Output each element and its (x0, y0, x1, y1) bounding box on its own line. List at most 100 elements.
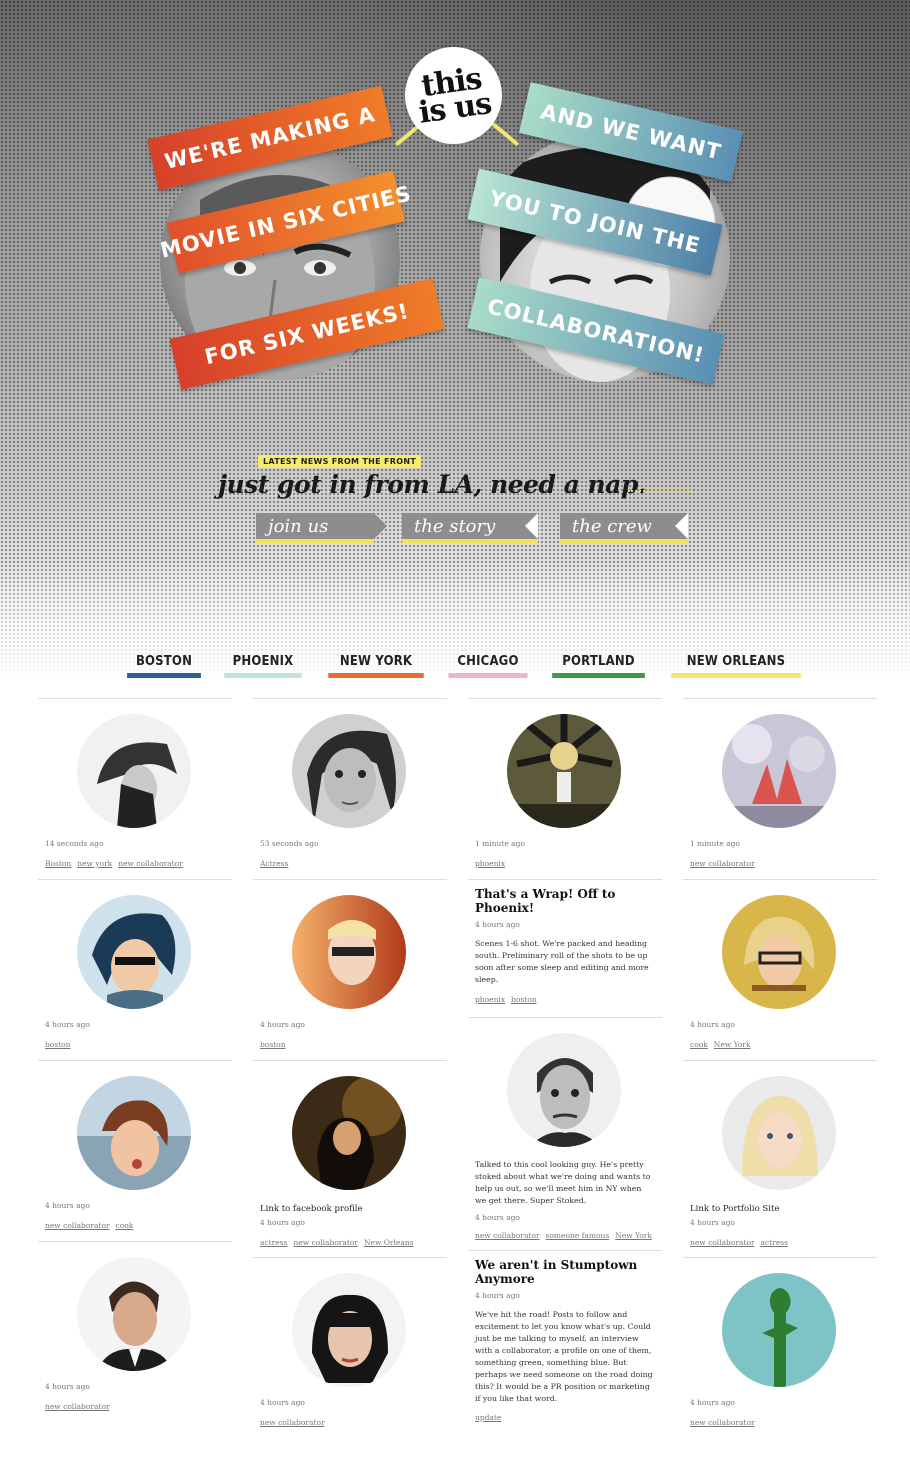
tag-list: new collaborator someone famous New York (475, 1231, 658, 1240)
timestamp: 4 hours ago (475, 920, 520, 929)
timestamp: 1 minute ago (475, 839, 525, 848)
avatar[interactable] (722, 895, 836, 1009)
tag-link[interactable]: boston (45, 1040, 71, 1049)
avatar[interactable] (77, 714, 191, 828)
avatar[interactable] (292, 714, 406, 828)
feed-card[interactable]: 4 hours ago new collaborator cook (38, 1060, 232, 1241)
city-bar (328, 673, 424, 678)
city-tab-boston[interactable]: BOSTON (127, 654, 201, 678)
tag-link[interactable]: new collaborator (293, 1238, 358, 1247)
avatar[interactable] (722, 1076, 836, 1190)
feed-card[interactable]: 4 hours ago boston (38, 879, 232, 1060)
tag-link[interactable]: boston (511, 995, 537, 1004)
feed-card[interactable]: 4 hours ago cook New York (683, 879, 877, 1060)
feed-card[interactable]: 1 minute ago phoenix (468, 698, 662, 879)
timestamp: 4 hours ago (45, 1201, 90, 1210)
feed-column-4: 1 minute ago new collaborator 4 hours ag… (683, 698, 877, 1438)
tag-list: update (475, 1413, 507, 1422)
post-title[interactable]: We aren't in Stumptown Anymore (475, 1258, 655, 1286)
tag-link[interactable]: new collaborator (260, 1418, 325, 1427)
nav-the-crew[interactable]: the crew (560, 513, 688, 543)
feed-card[interactable]: Link to facebook profile 4 hours ago act… (253, 1060, 447, 1257)
tag-link[interactable]: phoenix (475, 995, 505, 1004)
feed-card[interactable]: 53 seconds ago Actress (253, 698, 447, 879)
blog-post-card[interactable]: We aren't in Stumptown Anymore 4 hours a… (468, 1250, 662, 1440)
timestamp: 4 hours ago (45, 1382, 90, 1391)
avatar[interactable] (77, 1257, 191, 1371)
tag-link[interactable]: New York (615, 1231, 652, 1240)
tag-link[interactable]: phoenix (475, 859, 505, 868)
tag-link[interactable]: New York (714, 1040, 751, 1049)
tag-list: Actress (260, 859, 294, 868)
tag-link[interactable]: someone famous (546, 1231, 610, 1240)
blog-post-card[interactable]: That's a Wrap! Off to Phoenix! 4 hours a… (468, 879, 662, 1017)
timestamp: 4 hours ago (690, 1020, 735, 1029)
tag-link[interactable]: new collaborator (45, 1402, 110, 1411)
tag-list: boston (45, 1040, 77, 1049)
city-bar (552, 673, 645, 678)
timestamp: 1 minute ago (690, 839, 740, 848)
city-tab-new-orleans[interactable]: NEW ORLEANS (671, 654, 801, 678)
avatar[interactable] (292, 895, 406, 1009)
tag-link[interactable]: new collaborator (690, 1418, 755, 1427)
avatar[interactable] (507, 1033, 621, 1147)
city-tab-new-york[interactable]: NEW YORK (328, 654, 424, 678)
feed-card[interactable]: 14 seconds ago Boston new york new collabo… (38, 698, 232, 879)
tag-link[interactable]: Boston (45, 859, 71, 868)
feed-card[interactable]: 4 hours ago new collaborator (253, 1257, 447, 1438)
nav-join-us-label: join us (268, 515, 329, 537)
news-dash (628, 490, 692, 492)
tag-link[interactable]: actress (761, 1238, 788, 1247)
feed-column-1: 14 seconds ago Boston new york new collabo… (38, 698, 232, 1422)
post-title[interactable]: That's a Wrap! Off to Phoenix! (475, 887, 655, 915)
nav-the-crew-label: the crew (572, 515, 652, 537)
tag-link[interactable]: boston (260, 1040, 286, 1049)
tag-list: new collaborator (45, 1402, 116, 1411)
tag-list: new collaborator actress (690, 1238, 794, 1247)
tag-link[interactable]: new york (77, 859, 112, 868)
tag-link[interactable]: new collaborator (690, 859, 755, 868)
avatar[interactable] (77, 895, 191, 1009)
tag-link[interactable]: new collaborator (475, 1231, 540, 1240)
avatar[interactable] (507, 714, 621, 828)
tag-link[interactable]: cook (116, 1221, 134, 1230)
portfolio-link[interactable]: Link to Portfolio Site (690, 1204, 779, 1214)
timestamp: 4 hours ago (475, 1291, 520, 1300)
feed-card[interactable]: 1 minute ago new collaborator (683, 698, 877, 879)
avatar[interactable] (292, 1273, 406, 1387)
profile-link[interactable]: Link to facebook profile (260, 1204, 363, 1214)
nav-join-us[interactable]: join us (256, 513, 387, 543)
tag-list: Boston new york new collaborator (45, 859, 189, 868)
news-headline[interactable]: just got in from LA, need a nap. (218, 470, 647, 499)
tag-link[interactable]: update (475, 1413, 501, 1422)
tag-link[interactable]: new collaborator (118, 859, 183, 868)
tag-link[interactable]: new collaborator (45, 1221, 110, 1230)
tag-link[interactable]: actress (260, 1238, 287, 1247)
tag-link[interactable]: cook (690, 1040, 708, 1049)
city-tab-portland[interactable]: PORTLAND (552, 654, 645, 678)
avatar[interactable] (722, 1273, 836, 1387)
feed-card[interactable]: 4 hours ago new collaborator (38, 1241, 232, 1422)
city-tab-phoenix[interactable]: PHOENIX (224, 654, 302, 678)
tag-link[interactable]: Actress (260, 859, 288, 868)
avatar[interactable] (292, 1076, 406, 1190)
city-tab-chicago[interactable]: CHICAGO (448, 654, 528, 678)
nav-arrow-icon (374, 513, 387, 539)
tag-list: new collaborator (260, 1418, 331, 1427)
timestamp: 4 hours ago (260, 1398, 305, 1407)
feed-card[interactable]: Link to Portfolio Site 4 hours ago new c… (683, 1060, 877, 1257)
feed-card[interactable]: Talked to this cool looking guy. He's pr… (468, 1017, 662, 1250)
avatar[interactable] (722, 714, 836, 828)
nav-the-story[interactable]: the story (402, 513, 538, 543)
timestamp: 4 hours ago (260, 1218, 305, 1227)
tag-link[interactable]: new collaborator (690, 1238, 755, 1247)
avatar[interactable] (77, 1076, 191, 1190)
tag-list: phoenix boston (475, 995, 543, 1004)
feed-card[interactable]: 4 hours ago boston (253, 879, 447, 1060)
feed-card[interactable]: 4 hours ago new collaborator (683, 1257, 877, 1438)
timestamp: 4 hours ago (690, 1218, 735, 1227)
logo[interactable]: this is us (405, 47, 502, 144)
nav-arrow-icon (675, 513, 688, 539)
tag-list: new collaborator (690, 859, 761, 868)
tag-link[interactable]: New Orleans (364, 1238, 414, 1247)
